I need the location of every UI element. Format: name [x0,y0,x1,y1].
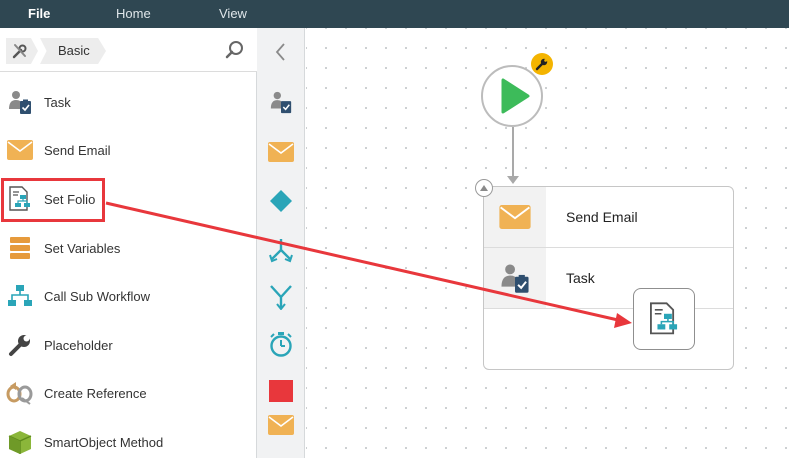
step-row-task[interactable]: Task [484,248,733,309]
toolbar-strip [257,28,305,458]
wrench-icon [535,58,548,71]
strip-timer-icon[interactable] [268,331,294,357]
reference-icon [6,379,34,407]
collapse-toggle[interactable] [475,179,493,197]
tool-item-label: SmartObject Method [44,434,164,450]
task-icon [6,88,34,116]
tool-item-label: Task [44,94,71,110]
wrench-icon [6,331,34,359]
tool-item-task[interactable]: Task [0,78,257,126]
step-row-label: Send Email [566,209,638,225]
sub-workflow-icon [6,282,34,310]
set-folio-highlight [1,178,105,222]
step-row-label: Task [566,270,595,286]
strip-email-icon[interactable] [268,139,294,165]
chevron-up-icon [480,185,488,191]
smartobject-icon [6,428,34,456]
menu-bar: File Home View [0,0,789,28]
menu-home[interactable]: Home [116,0,151,28]
connector-arrowhead [507,176,519,184]
drop-target-set-folio[interactable] [633,288,695,350]
tools-icon [12,44,27,59]
email-icon [484,187,546,247]
strip-end-icon[interactable] [268,378,294,404]
tool-item-label: Set Variables [44,240,121,256]
strip-task-icon[interactable] [268,89,294,115]
tool-item-label: Create Reference [44,385,147,401]
tool-item-label: Placeholder [44,337,113,353]
search-icon[interactable] [225,40,245,60]
tool-item-set-variables[interactable]: Set Variables [0,224,257,272]
toolbox-panel: Basic Task Send Email Set Folio Set Vari… [0,28,257,458]
tool-item-create-reference[interactable]: Create Reference [0,369,257,417]
email-icon [6,136,34,164]
task-icon [484,248,546,308]
variables-icon [6,234,34,262]
tool-item-label: Call Sub Workflow [44,288,150,304]
step-container[interactable]: Send Email Task [483,186,734,370]
breadcrumb-basic[interactable]: Basic [40,38,106,64]
chevron-left-icon[interactable] [271,40,291,64]
tool-item-smartobject-method[interactable]: SmartObject Method [0,418,257,458]
start-settings-badge[interactable] [531,53,553,75]
strip-decision-icon[interactable] [268,188,294,214]
set-folio-icon [650,302,678,335]
play-icon [501,78,530,114]
step-row-send-email[interactable]: Send Email [484,187,733,248]
tool-item-send-email[interactable]: Send Email [0,126,257,174]
menu-file[interactable]: File [28,0,50,28]
strip-merge-icon[interactable] [268,284,294,310]
strip-email-icon-2[interactable] [268,412,294,438]
tool-item-label: Send Email [44,142,111,158]
tool-item-call-sub-workflow[interactable]: Call Sub Workflow [0,272,257,320]
start-connector [512,127,514,179]
tool-item-placeholder[interactable]: Placeholder [0,321,257,369]
breadcrumb-tools[interactable] [6,38,38,64]
breadcrumb: Basic [0,28,257,72]
start-node[interactable] [481,65,543,127]
strip-split-icon[interactable] [268,238,294,264]
menu-view[interactable]: View [219,0,247,28]
